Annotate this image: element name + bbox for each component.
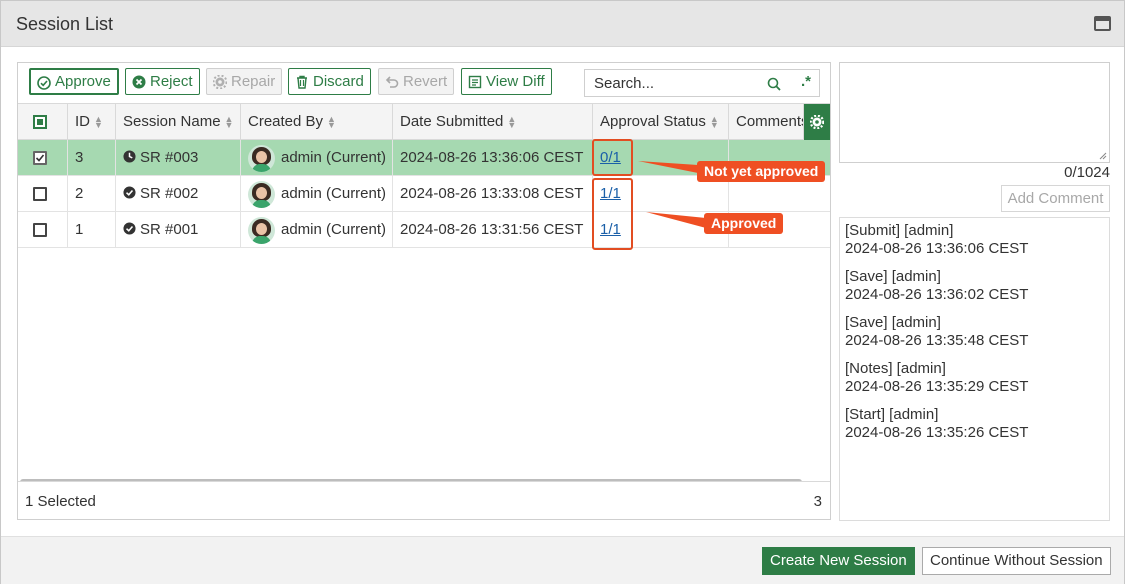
resize-handle-icon[interactable]	[1099, 152, 1107, 160]
view-diff-button[interactable]: View Diff	[461, 68, 552, 95]
trash-icon	[297, 75, 307, 89]
callout-approved: Approved	[704, 213, 784, 234]
comment-textarea[interactable]	[839, 62, 1110, 163]
check-circle-icon	[123, 186, 136, 199]
repair-button[interactable]: Repair	[206, 68, 283, 95]
row-id: 2	[68, 176, 116, 212]
select-all-checkbox[interactable]	[33, 115, 47, 129]
bottom-action-bar: Create New Session Continue Without Sess…	[1, 536, 1124, 584]
avatar	[248, 144, 275, 172]
document-icon	[468, 75, 482, 89]
row-select-cell	[18, 176, 68, 212]
maximize-icon[interactable]	[1094, 16, 1111, 31]
session-history-log: [Submit] [admin] 2024-08-26 13:36:06 CEST…	[839, 217, 1110, 521]
window-title: Session List	[16, 14, 114, 34]
row-session-name: SR #003	[116, 140, 241, 176]
select-all-cell	[18, 104, 68, 140]
log-entry: [Submit] [admin] 2024-08-26 13:36:06 CEST	[845, 222, 1029, 257]
partial-check-icon	[37, 119, 43, 125]
advanced-search-icon[interactable]: .*	[801, 73, 811, 90]
row-created-by: admin (Current)	[241, 140, 393, 176]
row-created-by: admin (Current)	[241, 176, 393, 212]
check-circle-icon	[123, 222, 136, 235]
row-date-submitted: 2024-08-26 13:36:06 CEST	[393, 140, 593, 176]
undo-icon	[385, 76, 399, 88]
total-count: 3	[813, 493, 822, 510]
column-header-created-by[interactable]: Created By ▲ ▼	[241, 104, 393, 140]
column-settings-button[interactable]	[804, 104, 830, 140]
revert-label: Revert	[403, 73, 448, 90]
toolbar: Approve Reject Repair Discard Revert Vie…	[18, 63, 830, 103]
row-date-submitted: 2024-08-26 13:31:56 CEST	[393, 212, 593, 248]
clock-icon	[123, 150, 136, 163]
row-select-cell	[18, 212, 68, 248]
log-entry: [Save] [admin] 2024-08-26 13:35:48 CEST	[845, 314, 1029, 349]
continue-without-session-button[interactable]: Continue Without Session	[922, 547, 1111, 575]
approve-button[interactable]: Approve	[29, 68, 119, 95]
row-session-name: SR #002	[116, 176, 241, 212]
column-header-id[interactable]: ID ▲ ▼	[68, 104, 116, 140]
discard-label: Discard	[313, 73, 364, 90]
approve-label: Approve	[55, 73, 111, 90]
title-bar: Session List	[1, 1, 1124, 47]
row-id: 1	[68, 212, 116, 248]
avatar	[248, 180, 275, 208]
sort-icon: ▲ ▼	[224, 114, 234, 131]
revert-button[interactable]: Revert	[378, 68, 455, 95]
column-header-comments[interactable]: Comments	[729, 104, 804, 140]
check-icon	[35, 154, 45, 162]
gear-icon	[213, 75, 227, 89]
highlight-box-approved	[592, 178, 633, 250]
repair-label: Repair	[231, 73, 276, 90]
check-circle-icon	[37, 76, 51, 90]
search-input[interactable]: Search... .*	[584, 69, 820, 97]
add-comment-button[interactable]: Add Comment	[1001, 185, 1110, 212]
callout-not-yet-approved: Not yet approved	[697, 161, 826, 182]
discard-button[interactable]: Discard	[288, 68, 371, 95]
avatar	[248, 216, 275, 244]
search-icon[interactable]	[767, 77, 781, 91]
view-diff-label: View Diff	[486, 73, 545, 90]
reject-label: Reject	[150, 73, 193, 90]
sort-icon: ▲ ▼	[507, 114, 517, 131]
highlight-box-not-approved	[592, 139, 633, 176]
table-header: ID ▲ ▼ Session Name ▲ ▼ Created By ▲ ▼ Date Su…	[18, 103, 830, 140]
sort-icon: ▲ ▼	[94, 114, 103, 131]
row-select-cell	[18, 140, 68, 176]
callout-arrow-approved	[646, 212, 706, 228]
log-entry: [Notes] [admin] 2024-08-26 13:35:29 CEST	[845, 360, 1029, 395]
x-circle-icon	[132, 75, 146, 89]
column-header-approval-status[interactable]: Approval Status ▲ ▼	[593, 104, 729, 140]
row-checkbox[interactable]	[33, 151, 47, 165]
search-placeholder: Search...	[594, 75, 655, 92]
gear-icon	[810, 115, 824, 129]
session-list-window: Session List Approve Reject Repair Disca…	[0, 0, 1125, 584]
sort-icon: ▲ ▼	[327, 114, 336, 131]
row-id: 3	[68, 140, 116, 176]
reject-button[interactable]: Reject	[125, 68, 200, 95]
callout-arrows	[638, 161, 706, 228]
table-footer: 1 Selected 3	[18, 481, 830, 519]
character-counter: 0/1024	[1064, 164, 1110, 181]
create-new-session-button[interactable]: Create New Session	[762, 547, 915, 575]
log-entry: [Save] [admin] 2024-08-26 13:36:02 CEST	[845, 268, 1029, 303]
row-checkbox[interactable]	[33, 223, 47, 237]
column-header-date-submitted[interactable]: Date Submitted ▲ ▼	[393, 104, 593, 140]
selected-count: 1 Selected	[25, 493, 96, 510]
row-date-submitted: 2024-08-26 13:33:08 CEST	[393, 176, 593, 212]
column-header-session-name[interactable]: Session Name ▲ ▼	[116, 104, 241, 140]
row-checkbox[interactable]	[33, 187, 47, 201]
log-entry: [Start] [admin] 2024-08-26 13:35:26 CEST	[845, 406, 1029, 441]
session-table-panel: Approve Reject Repair Discard Revert Vie…	[17, 62, 831, 520]
row-session-name: SR #001	[116, 212, 241, 248]
callout-arrow-not-approved	[638, 161, 698, 173]
row-created-by: admin (Current)	[241, 212, 393, 248]
sort-icon: ▲ ▼	[709, 114, 719, 131]
